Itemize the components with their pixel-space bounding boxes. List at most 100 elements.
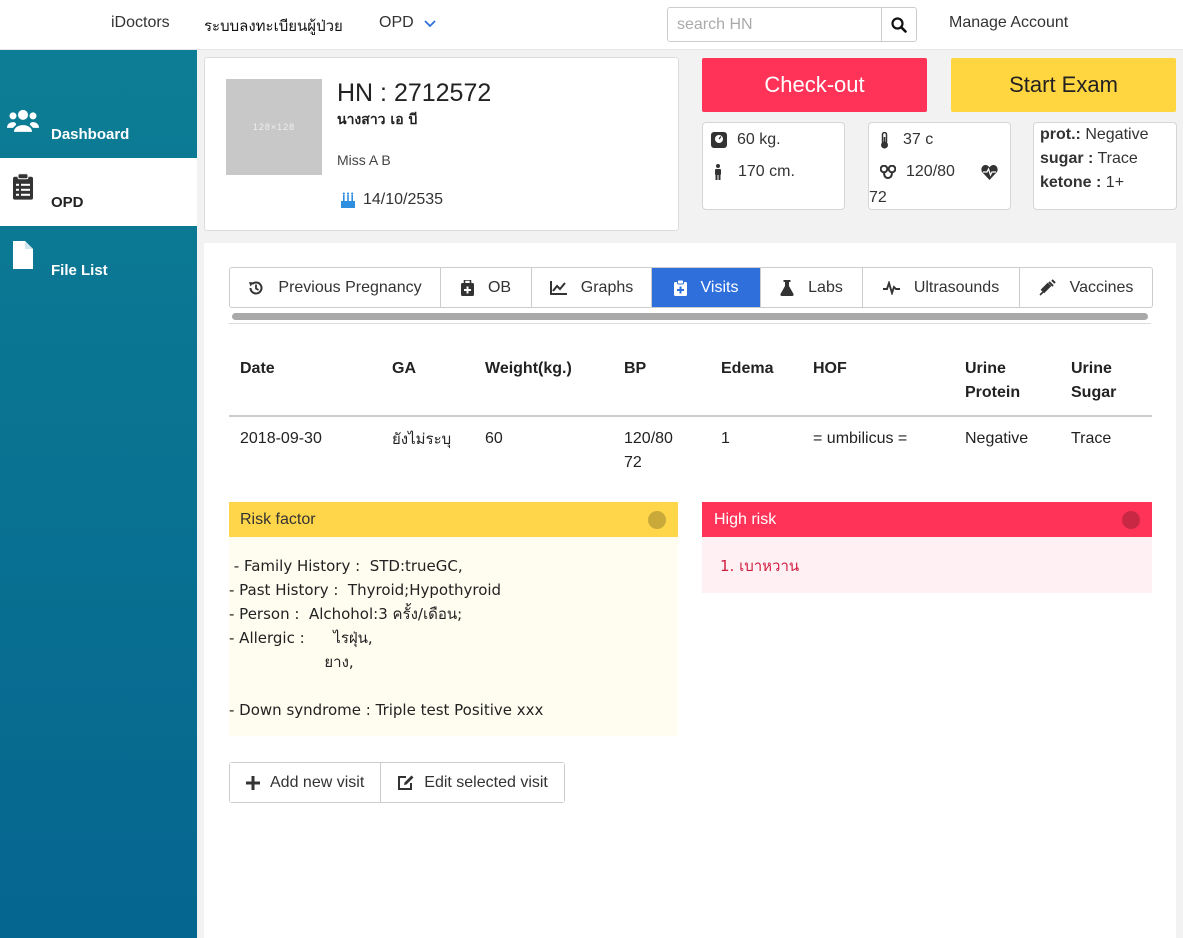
search-group [667,7,917,42]
opd-dropdown-label: OPD [379,14,414,31]
temperature-value: 37 c [903,131,934,148]
table-cell: Trace [1071,430,1112,447]
tab-visits[interactable]: Visits [652,268,761,307]
high-risk-panel: High risk 1. เบาหวาน [702,502,1152,593]
urine-box: prot.: Negative sugar : Trace ketone : 1… [1033,122,1177,210]
blood-pressure-row: 120/80 [880,163,998,181]
column-header: Urine Protein [954,347,1060,417]
start-exam-button[interactable]: Start Exam [951,58,1176,112]
height-row: 170 cm. [714,163,795,181]
table-cell: 2018-09-30 [240,430,322,447]
collapse-icon[interactable] [648,511,666,529]
heartbeat-icon [981,164,998,180]
urine-sugar: sugar : Trace [1040,150,1138,167]
visits-table: Date GA Weight(kg.) BP Edema HOF Urine P… [229,347,1152,485]
photo-placeholder-text: 128×128 [252,122,296,132]
sidebar-item-opd[interactable]: OPD [0,158,197,226]
risk-line: - Family History : STD:trueGC, [229,557,463,575]
risk-factor-header: Risk factor [229,502,678,537]
sidebar-item-label: File List [51,262,108,279]
manage-account-link[interactable]: Manage Account [949,14,1068,32]
table-header-row: Date GA Weight(kg.) BP Edema HOF Urine P… [229,347,1152,417]
weight-value: 60 kg. [737,131,781,148]
heartbeat-wave-icon [882,280,900,295]
patient-photo: 128×128 [226,79,322,175]
edit-selected-visit-button[interactable]: Edit selected visit [380,763,564,802]
opd-dropdown[interactable]: OPD [379,14,436,32]
column-header: Date [229,347,381,417]
bp-value: 120/80 [906,163,955,180]
risk-line: - Down syndrome : Triple test Positive x… [229,701,544,719]
checkout-button[interactable]: Check-out [702,58,927,112]
high-risk-title: High risk [714,510,777,528]
add-new-visit-button[interactable]: Add new visit [230,763,381,802]
tab-bar: Previous Pregnancy OB Graphs Visits Labs… [229,267,1153,308]
tab-ob[interactable]: OB [441,268,532,307]
patient-thai-name: นางสาว เอ บี [337,112,418,128]
high-risk-item: 1. เบาหวาน [720,557,800,575]
medical-clipboard-icon [673,279,687,296]
birthday-cake-icon [341,192,355,208]
risk-factor-body: - Family History : STD:trueGC, - Past Hi… [229,537,678,722]
medkit-icon [460,279,474,296]
risk-line: - Allergic : ไรฝุ่น, [229,629,373,647]
patient-birthdate: 14/10/2535 [341,191,443,209]
search-input[interactable] [667,7,882,42]
birthdate-value: 14/10/2535 [363,191,444,208]
tab-ultrasounds[interactable]: Ultrasounds [863,268,1020,307]
tab-labs[interactable]: Labs [761,268,863,307]
column-header: BP [613,347,710,417]
risk-line: - Person : Alchohol:3 ครั้ง/เดือน; [229,605,463,623]
tab-label: Labs [808,278,843,296]
tab-graphs[interactable]: Graphs [532,268,652,307]
tab-label: OB [487,278,512,296]
search-icon [891,16,907,33]
chevron-down-icon [424,20,436,28]
collapse-icon[interactable] [1122,511,1140,529]
register-link[interactable]: ระบบลงทะเบียนผู้ป่วย [204,14,343,38]
clipboard-icon [13,173,33,200]
column-header: Weight(kg.) [474,347,613,417]
high-risk-header: High risk [702,502,1152,537]
syringe-icon [1039,279,1056,296]
weight-scale-icon [711,132,727,148]
vitals-weight-height: 60 kg. 170 cm. [702,122,845,210]
tab-scrollbar[interactable] [229,310,1151,324]
temperature-row: 37 c [880,131,933,149]
tab-vaccines[interactable]: Vaccines [1020,268,1152,307]
high-risk-body: 1. เบาหวาน [702,537,1152,578]
sidebar-item-label: Dashboard [51,126,130,143]
table-cell: ยังไม่ระบุ [392,430,452,448]
plus-icon [246,775,260,790]
table-row[interactable]: 2018-09-30 ยังไม่ระบุ 60 120/80 72 1 = u… [229,416,1152,485]
brand-link[interactable]: iDoctors [111,14,170,32]
column-header: GA [381,347,474,417]
risk-factor-title: Risk factor [240,510,316,528]
flask-icon [780,279,794,296]
person-height-icon [715,164,721,180]
table-cell: = umbilicus = [813,430,908,447]
risk-factor-panel: Risk factor - Family History : STD:trueG… [229,502,678,736]
tab-label: Ultrasounds [913,278,1000,296]
sidebar-item-dashboard[interactable]: Dashboard [0,90,197,158]
users-icon [7,109,39,132]
table-cell: 1 [721,430,730,447]
column-header: HOF [802,347,954,417]
table-cell: Negative [965,430,1029,447]
blood-pressure-icon [880,165,896,179]
tab-label: Graphs [580,278,634,296]
tab-label: Vaccines [1069,278,1134,296]
table-cell: 60 [485,430,503,447]
tab-previous-pregnancy[interactable]: Previous Pregnancy [230,268,441,307]
search-button[interactable] [882,7,917,42]
urine-ketone: ketone : 1+ [1040,174,1125,191]
file-icon [13,240,33,269]
column-header: Urine Sugar [1060,347,1152,417]
button-label: Add new visit [270,773,365,791]
top-navbar: iDoctors ระบบลงทะเบียนผู้ป่วย OPD Manage… [0,0,1183,50]
sidebar-item-file-list[interactable]: File List [0,226,197,294]
risk-line: ยาง, [229,653,354,671]
patient-hn: HN : 2712572 [337,79,492,107]
scrollbar-thumb[interactable] [232,313,1148,320]
thermometer-icon [881,131,888,148]
